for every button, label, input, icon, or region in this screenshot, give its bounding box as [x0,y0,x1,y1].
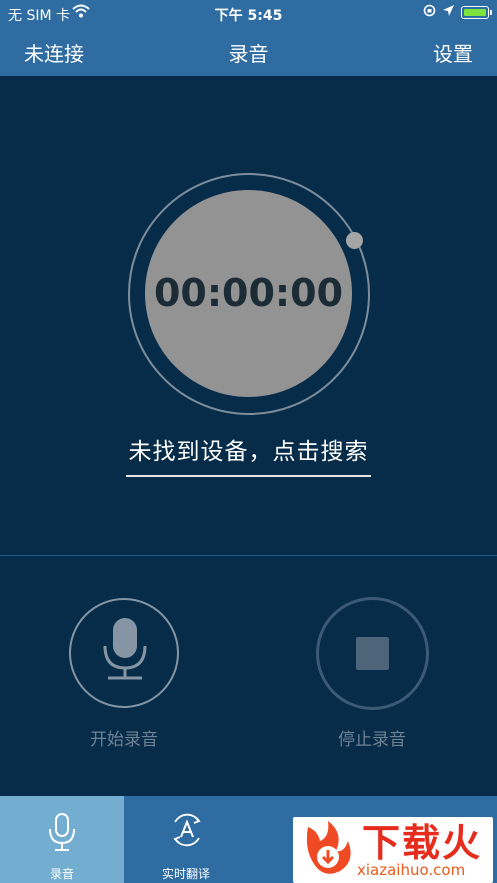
watermark-title: 下载火 [362,821,483,865]
watermark-url: xiazaihuo.com [357,861,466,879]
tab-record-label: 录音 [49,867,74,881]
tab-record[interactable]: 录音 [0,796,124,883]
mic-icon [46,812,78,856]
nav-bar: 未连接 录音 设置 [0,26,497,76]
orientation-lock-icon [423,4,436,21]
divider [0,555,497,556]
timer-display: 00:00:00 [153,271,344,315]
tab-translate-label: 实时翻译 [161,867,210,881]
microphone-icon [102,618,148,684]
status-bar: 无 SIM 卡 下午 5:45 [0,0,497,26]
stop-record-label: 停止录音 [338,730,406,750]
search-device-link[interactable]: 未找到设备，点击搜索 [126,432,371,477]
stop-icon [356,637,389,670]
flame-logo-icon [300,819,358,883]
translate-icon [170,812,204,852]
page-title: 录音 [228,42,269,66]
settings-button[interactable]: 设置 [433,38,473,67]
status-right [423,4,492,21]
start-record-label: 开始录音 [90,730,158,750]
tab-translate[interactable]: 实时翻译 [124,796,248,883]
battery-icon [461,6,492,19]
location-icon [442,4,455,21]
